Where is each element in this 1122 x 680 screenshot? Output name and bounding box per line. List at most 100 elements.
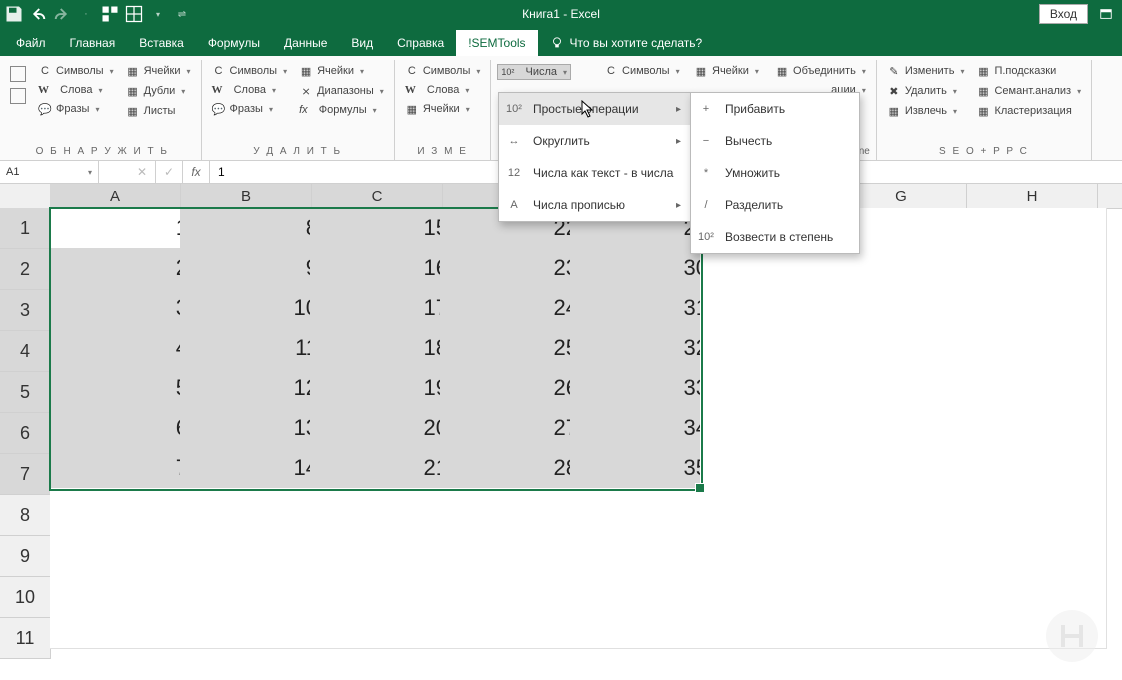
cell[interactable] [180,568,327,609]
cell[interactable] [310,528,457,569]
menu-item[interactable]: −Вычесть [691,125,859,157]
modify-symbols-button[interactable]: ССимволы▾ [401,62,485,80]
cell[interactable] [830,368,977,409]
cell[interactable]: 5 [50,368,197,409]
row-header-1[interactable]: 1 [0,208,50,249]
cell[interactable]: 27 [440,408,587,449]
cell[interactable] [700,528,847,569]
cell[interactable]: 7 [50,448,197,489]
cell[interactable]: 23 [440,248,587,289]
seo-delete-button[interactable]: ✖Удалить▾ [883,82,969,100]
cell[interactable] [960,368,1107,409]
cell[interactable] [830,608,977,649]
col-header-A[interactable]: A [50,184,181,208]
row-header-6[interactable]: 6 [0,413,50,454]
menu-item[interactable]: ↔Округлить▸ [499,125,691,157]
cell[interactable]: 6 [50,408,197,449]
cell[interactable]: 32 [570,328,717,369]
detect-cells-button[interactable]: ▦Ячейки▾ [122,62,195,80]
checkbox-2[interactable] [10,88,26,104]
cell[interactable]: 24 [440,288,587,329]
cell[interactable] [440,528,587,569]
cell[interactable] [960,488,1107,529]
qat-overflow-icon[interactable]: ⇌ [172,4,192,24]
cell[interactable]: 26 [440,368,587,409]
cell[interactable] [960,448,1107,489]
modify-words-button[interactable]: W Слова▾ [401,82,485,98]
cell[interactable] [830,528,977,569]
cell[interactable] [830,568,977,609]
cell[interactable] [570,528,717,569]
cell[interactable] [440,488,587,529]
row-header-9[interactable]: 9 [0,536,50,577]
cell[interactable] [700,408,847,449]
tab-insert[interactable]: Вставка [127,30,196,56]
name-box[interactable]: A1 ▾ [0,161,99,183]
qat-dropdown-icon[interactable]: ▾ [148,4,168,24]
cell[interactable]: 33 [570,368,717,409]
detect-symbols-button[interactable]: ССимволы▾ [34,62,118,80]
detect-phrases-button[interactable]: 💬Фразы▾ [34,100,118,118]
cell[interactable] [700,328,847,369]
delete-symbols-button[interactable]: ССимволы▾ [208,62,292,80]
row-header-2[interactable]: 2 [0,249,50,290]
detect-dupl-button[interactable]: ▦Дубли▾ [122,82,195,100]
cell[interactable]: 10 [180,288,327,329]
cell[interactable] [440,568,587,609]
delete-cells-button[interactable]: ▦Ячейки▾ [295,62,388,80]
cell[interactable] [830,328,977,369]
delete-words-button[interactable]: W Слова▾ [208,82,292,98]
cell[interactable]: 11 [180,328,327,369]
cell[interactable] [700,288,847,329]
cell[interactable] [960,568,1107,609]
seo-edit-button[interactable]: ✎Изменить▾ [883,62,969,80]
row-header-11[interactable]: 11 [0,618,50,659]
cell[interactable]: 18 [310,328,457,369]
row-header-4[interactable]: 4 [0,331,50,372]
seo-semant-button[interactable]: ▦Семант.анализ▾ [972,82,1085,100]
cell[interactable] [310,488,457,529]
tab-file[interactable]: Файл [4,30,58,56]
menu-item[interactable]: *Умножить [691,157,859,189]
cell[interactable]: 15 [310,208,457,249]
behind-symbols-button[interactable]: ССимволы▾ [600,62,684,80]
row-header-7[interactable]: 7 [0,454,50,495]
cell[interactable]: 34 [570,408,717,449]
cell[interactable] [570,608,717,649]
menu-item[interactable]: +Прибавить [691,93,859,125]
cell[interactable]: 17 [310,288,457,329]
cell[interactable] [180,528,327,569]
cell[interactable] [50,568,197,609]
cell[interactable] [830,288,977,329]
cell[interactable]: 19 [310,368,457,409]
tab-help[interactable]: Справка [385,30,456,56]
cell[interactable] [960,208,1107,249]
cancel-formula-icon[interactable]: ✕ [129,161,156,183]
seo-cluster-button[interactable]: ▦Кластеризация [972,102,1085,120]
cell[interactable] [960,288,1107,329]
cell[interactable] [570,568,717,609]
cell[interactable]: 21 [310,448,457,489]
cell[interactable] [310,608,457,649]
seo-extract-button[interactable]: ▦Извлечь▾ [883,102,969,120]
cell[interactable]: 35 [570,448,717,489]
row-header-8[interactable]: 8 [0,495,50,536]
cell[interactable] [960,328,1107,369]
tell-me-search[interactable]: Что вы хотите сделать? [538,30,715,56]
redo-icon[interactable] [52,4,72,24]
cell[interactable] [830,448,977,489]
cell[interactable]: 16 [310,248,457,289]
cell[interactable] [570,488,717,529]
cell[interactable]: 8 [180,208,327,249]
numbers-button[interactable]: 10² Числа▾ [497,64,571,80]
cell[interactable]: 31 [570,288,717,329]
delete-range-button[interactable]: ⨯Диапазоны▾ [295,82,388,100]
fx-icon[interactable]: fx [183,161,210,183]
cell[interactable]: 4 [50,328,197,369]
cell[interactable] [830,248,977,289]
cell[interactable]: 28 [440,448,587,489]
cell[interactable] [700,488,847,529]
cell[interactable]: 30 [570,248,717,289]
cells-area[interactable]: 1815222929162330310172431411182532512192… [50,208,1122,680]
cell[interactable]: 1 [50,208,197,249]
